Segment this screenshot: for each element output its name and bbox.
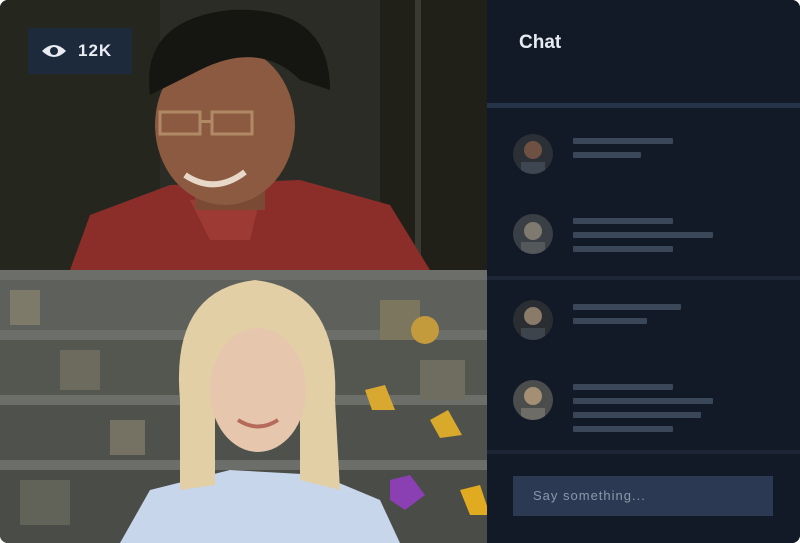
avatar[interactable] [513,134,553,174]
message-line [573,318,647,324]
avatar[interactable] [513,300,553,340]
message-line [573,384,673,390]
message-text [573,214,713,252]
message-line [573,232,713,238]
eye-icon [40,42,68,60]
message-line [573,152,641,158]
message-line [573,412,701,418]
viewer-count-badge: 12K [28,28,132,74]
message-line [573,138,673,144]
list-item [487,340,800,432]
message-line [573,218,673,224]
viewer-count: 12K [78,41,113,60]
chat-input[interactable]: Say something... [513,476,773,516]
chat-input-placeholder: Say something... [533,488,646,503]
avatar[interactable] [513,380,553,420]
message-line [573,246,673,252]
message-text [573,300,681,324]
chat-panel: Chat Say something... [487,0,800,543]
message-text [573,380,713,432]
chat-divider [487,450,800,454]
message-line [573,304,681,310]
chat-title: Chat [487,0,800,108]
list-item [487,108,800,174]
list-item [487,280,800,340]
list-item [487,174,800,254]
participant-image-bottom [0,270,487,543]
participant-video-bottom[interactable] [0,270,487,543]
video-area: 12K [0,0,487,543]
avatar[interactable] [513,214,553,254]
message-line [573,426,673,432]
message-line [573,398,713,404]
participant-video-top[interactable]: 12K [0,0,487,270]
message-text [573,134,673,158]
chat-message-list [487,108,800,454]
live-stream-app: 12K Chat Say something... [0,0,800,543]
